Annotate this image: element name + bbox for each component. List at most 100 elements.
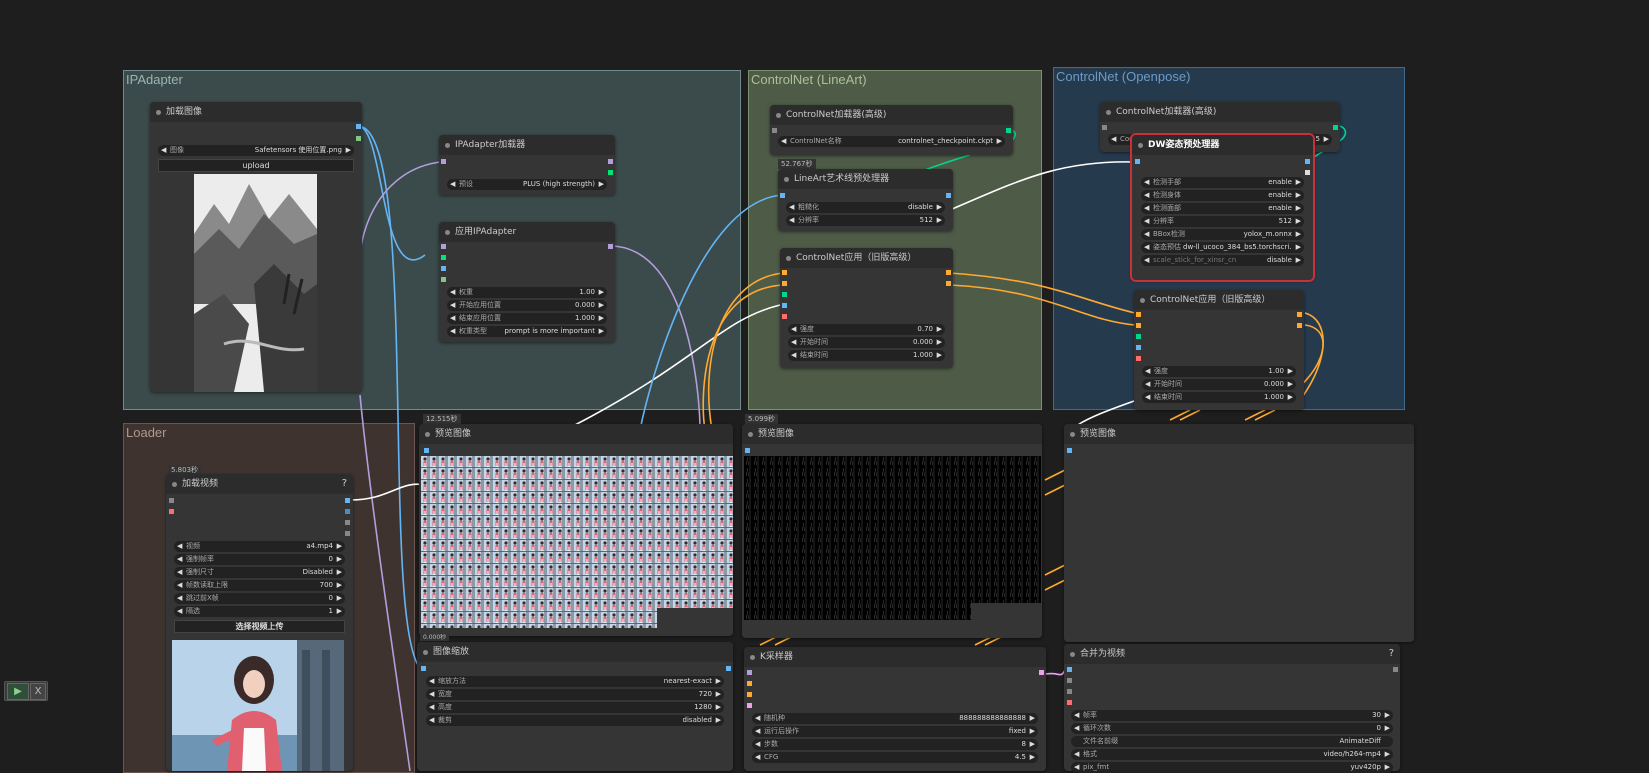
arrow-left-icon[interactable]: ◀ [429, 689, 434, 700]
node-preview-image-1[interactable]: 预览图像 [419, 424, 733, 636]
arrow-right-icon[interactable]: ▶ [937, 202, 942, 213]
bbox-detector-select[interactable]: ◀ BBox检测 yolox_m.onnx ▶ [1141, 229, 1304, 240]
arrow-right-icon[interactable]: ▶ [337, 606, 342, 617]
arrow-left-icon[interactable]: ◀ [1111, 134, 1116, 145]
arrow-left-icon[interactable]: ◀ [429, 715, 434, 726]
arrow-left-icon[interactable]: ◀ [791, 337, 796, 348]
node-preview-image-2[interactable]: 预览图像 [742, 424, 1042, 638]
arrow-right-icon[interactable]: ▶ [937, 337, 942, 348]
arrow-left-icon[interactable]: ◀ [781, 136, 786, 147]
weight-type-select[interactable]: ◀ 权重类型 prompt is more important ▶ [447, 326, 607, 337]
input-meta-socket[interactable] [169, 498, 174, 503]
node-header[interactable]: 预览图像 [742, 424, 1042, 444]
arrow-right-icon[interactable]: ▶ [599, 179, 604, 190]
input-image-socket[interactable] [780, 193, 785, 198]
arrow-left-icon[interactable]: ◀ [1144, 255, 1149, 266]
node-header[interactable]: DW姿态预处理器 [1132, 135, 1313, 155]
weight-widget[interactable]: ◀ 权重 1.00 ▶ [447, 287, 607, 298]
output-ipadapter-socket[interactable] [608, 170, 613, 175]
arrow-left-icon[interactable]: ◀ [429, 702, 434, 713]
arrow-left-icon[interactable]: ◀ [1144, 177, 1149, 188]
arrow-right-icon[interactable]: ▶ [716, 689, 721, 700]
collapse-dot-icon[interactable] [1070, 652, 1075, 657]
height-widget[interactable]: ◀ 高度 1280 ▶ [426, 702, 724, 713]
arrow-right-icon[interactable]: ▶ [346, 145, 351, 156]
arrow-left-icon[interactable]: ◀ [1144, 216, 1149, 227]
arrow-right-icon[interactable]: ▶ [1296, 255, 1301, 266]
node-header[interactable]: 合并为视频? [1064, 644, 1400, 664]
input-negative-socket[interactable] [1136, 323, 1141, 328]
arrow-left-icon[interactable]: ◀ [1144, 242, 1149, 253]
node-ipadapter-loader[interactable]: IPAdapter加载器 ◀ 预设 PLUS (high strength) ▶ [439, 135, 615, 195]
input-images-socket[interactable] [745, 448, 750, 453]
seed-widget[interactable]: ◀ 随机种 888888888888888 ▶ [752, 713, 1038, 724]
arrow-left-icon[interactable]: ◀ [1144, 190, 1149, 201]
node-header[interactable]: ControlNet应用（旧版高级） [1134, 290, 1304, 310]
collapse-dot-icon[interactable] [156, 110, 161, 115]
strength-widget[interactable]: ◀ 强度 1.00 ▶ [1142, 366, 1296, 377]
force-size-select[interactable]: ◀ 强制尺寸 Disabled ▶ [174, 567, 345, 578]
input-ipadapter-socket[interactable] [441, 255, 446, 260]
output-mask-socket[interactable] [356, 136, 361, 141]
collapse-dot-icon[interactable] [172, 482, 177, 487]
arrow-right-icon[interactable]: ▶ [337, 593, 342, 604]
collapse-dot-icon[interactable] [784, 177, 789, 182]
control-after-generate-select[interactable]: ◀ 运行后操作 fixed ▶ [752, 726, 1038, 737]
input-positive-socket[interactable] [747, 681, 752, 686]
input-negative-socket[interactable] [747, 692, 752, 697]
collapse-dot-icon[interactable] [748, 432, 753, 437]
arrow-left-icon[interactable]: ◀ [177, 554, 182, 565]
arrow-left-icon[interactable]: ◀ [1074, 749, 1079, 760]
input-images-socket[interactable] [1067, 448, 1072, 453]
frame-rate-widget[interactable]: ◀ 帧率 30 ▶ [1071, 710, 1393, 721]
node-header[interactable]: LineArt艺术线预处理器 [778, 169, 953, 189]
arrow-right-icon[interactable]: ▶ [337, 541, 342, 552]
arrow-left-icon[interactable]: ◀ [1074, 723, 1079, 734]
resolution-widget[interactable]: ◀ 分辨率 512 ▶ [786, 215, 945, 226]
detect-face-select[interactable]: ◀ 检测面部 enable ▶ [1141, 203, 1304, 214]
input-vae-socket[interactable] [169, 509, 174, 514]
output-positive-socket[interactable] [946, 270, 951, 275]
input-model-socket[interactable] [747, 670, 752, 675]
arrow-left-icon[interactable]: ◀ [450, 313, 455, 324]
node-ksampler[interactable]: K采样器 ◀ 随机种 888888888888888 ▶ ◀ 运行后操作 fixed ▶ ◀… [744, 647, 1046, 771]
input-model-socket[interactable] [772, 128, 777, 133]
resolution-widget[interactable]: ◀ 分辨率 512 ▶ [1141, 216, 1304, 227]
end-at-widget[interactable]: ◀ 结束应用位置 1.000 ▶ [447, 313, 607, 324]
close-toolbar-button[interactable]: X [30, 683, 46, 700]
output-model-socket[interactable] [608, 159, 613, 164]
strength-widget[interactable]: ◀ 强度 0.70 ▶ [788, 324, 945, 335]
arrow-right-icon[interactable]: ▶ [599, 313, 604, 324]
arrow-left-icon[interactable]: ◀ [1074, 762, 1079, 773]
input-latent-socket[interactable] [747, 703, 752, 708]
arrow-right-icon[interactable]: ▶ [599, 287, 604, 298]
input-negative-socket[interactable] [782, 281, 787, 286]
output-audio-socket[interactable] [345, 520, 350, 525]
input-audio-socket[interactable] [1067, 678, 1072, 683]
end-percent-widget[interactable]: ◀ 结束时间 1.000 ▶ [1142, 392, 1296, 403]
node-header[interactable]: 预览图像 [1064, 424, 1414, 444]
arrow-right-icon[interactable]: ▶ [716, 702, 721, 713]
input-image-socket[interactable] [421, 666, 426, 671]
arrow-left-icon[interactable]: ◀ [429, 676, 434, 687]
arrow-right-icon[interactable]: ▶ [1288, 366, 1293, 377]
output-frame-count-socket[interactable] [345, 509, 350, 514]
node-header[interactable]: 图像缩放 [417, 642, 733, 662]
collapse-dot-icon[interactable] [445, 230, 450, 235]
pix-fmt-select[interactable]: ◀ pix_fmt yuv420p ▶ [1071, 762, 1393, 773]
arrow-right-icon[interactable]: ▶ [937, 350, 942, 361]
arrow-left-icon[interactable]: ◀ [450, 326, 455, 337]
arrow-right-icon[interactable]: ▶ [1385, 749, 1390, 760]
arrow-right-icon[interactable]: ▶ [716, 676, 721, 687]
arrow-right-icon[interactable]: ▶ [1324, 134, 1329, 145]
output-negative-socket[interactable] [946, 281, 951, 286]
arrow-right-icon[interactable]: ▶ [1030, 713, 1035, 724]
input-vae-socket[interactable] [782, 314, 787, 319]
arrow-right-icon[interactable]: ▶ [1030, 739, 1035, 750]
collapse-dot-icon[interactable] [423, 650, 428, 655]
arrow-left-icon[interactable]: ◀ [1074, 710, 1079, 721]
input-vae-socket[interactable] [1136, 356, 1141, 361]
width-widget[interactable]: ◀ 宽度 720 ▶ [426, 689, 724, 700]
node-header[interactable]: ControlNet加载器(高级) [770, 105, 1013, 125]
arrow-right-icon[interactable]: ▶ [1296, 242, 1301, 253]
